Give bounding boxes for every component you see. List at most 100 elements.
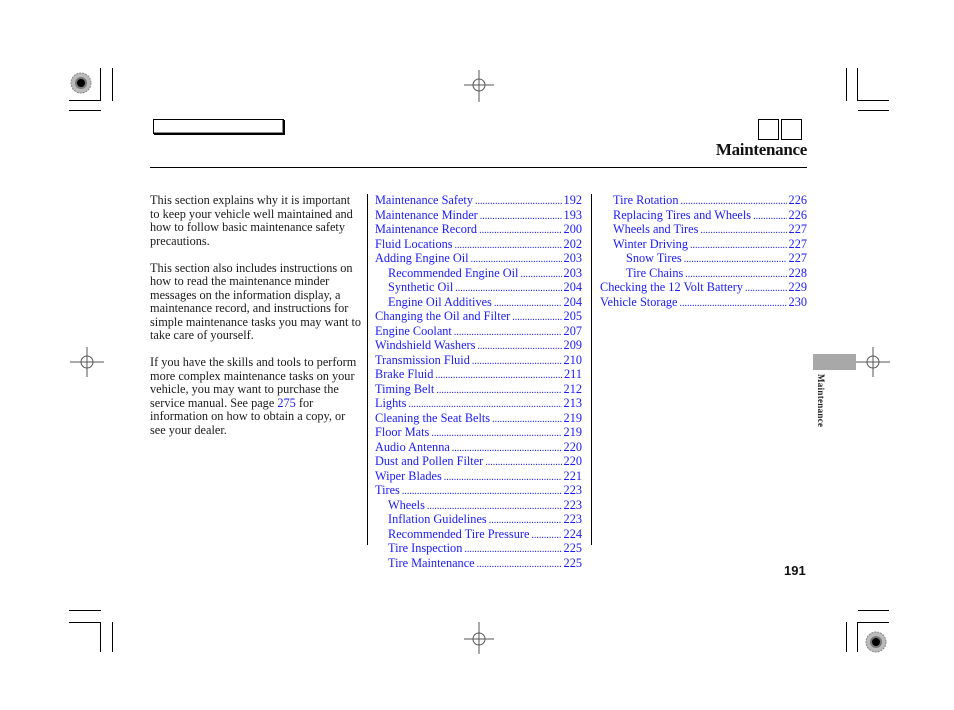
toc-leader-dots: [753, 209, 786, 224]
toc-entry-label: Wiper Blades: [375, 468, 442, 483]
index-icon[interactable]: [758, 119, 779, 140]
toc-entry[interactable]: Maintenance Record 200: [375, 222, 582, 238]
toc-leader-dots: [512, 310, 561, 325]
toc-entry[interactable]: Tire Maintenance 225: [375, 555, 582, 572]
toc-entry-label: Tires: [375, 483, 400, 497]
toc-entry[interactable]: Maintenance Safety 192: [375, 193, 582, 209]
toc-entry-label: Transmission Fluid: [375, 352, 470, 367]
toc-entry[interactable]: Changing the Oil and Filter 205: [375, 309, 582, 325]
toc-entry-label: Wheels and Tires: [613, 222, 699, 236]
intro-text: This section explains why it is importan…: [150, 193, 362, 451]
crosshair-left-icon: [70, 347, 104, 377]
page-link-275[interactable]: 275: [277, 396, 295, 410]
toc-entry-page: 228: [788, 265, 807, 280]
toc-entry[interactable]: Vehicle Storage 230: [600, 294, 807, 311]
toc-entry[interactable]: Snow Tires 227: [600, 251, 807, 267]
toc-entry-page: 227: [788, 236, 807, 251]
column-divider: [591, 194, 592, 545]
toc-entry-label: Replacing Tires and Wheels: [613, 207, 752, 222]
toc-entry-label: Wheels: [388, 497, 425, 512]
toc-entry-page: 210: [563, 352, 582, 367]
toc-entry[interactable]: Brake Fluid 211: [375, 367, 582, 383]
toc-entry-page: 226: [788, 207, 807, 222]
toc-entry[interactable]: Tire Rotation 226: [600, 193, 807, 209]
toc-entry-label: Vehicle Storage: [600, 294, 678, 309]
toc-leader-dots: [684, 252, 787, 267]
toc-leader-dots: [477, 339, 561, 354]
toc-leader-dots: [680, 296, 787, 311]
toc-entry[interactable]: Windshield Washers 209: [375, 338, 582, 354]
toc-entry[interactable]: Synthetic Oil 204: [375, 280, 582, 296]
toc-leader-dots: [427, 499, 562, 514]
toc-entry[interactable]: Tires 223: [375, 483, 582, 499]
toc-leader-dots: [402, 484, 562, 499]
toc-entry-page: 209: [563, 338, 582, 352]
toc-leader-dots: [479, 223, 561, 238]
toc-entry[interactable]: Engine Coolant 207: [375, 323, 582, 340]
toc-entry[interactable]: Fluid Locations 202: [375, 236, 582, 253]
toc-entry[interactable]: Inflation Guidelines 223: [375, 512, 582, 528]
toc-entry[interactable]: Tire Inspection 225: [375, 541, 582, 557]
toc-entry-page: 220: [563, 439, 582, 454]
toc-column-1: Maintenance Safety 192 Maintenance Minder 1…: [375, 193, 582, 572]
toc-entry[interactable]: Timing Belt 212: [375, 381, 582, 398]
toc-entry[interactable]: Wheels 223: [375, 497, 582, 514]
toc-entry[interactable]: Wiper Blades 221: [375, 468, 582, 485]
side-tab-marker: [813, 354, 856, 370]
toc-entry-page: 207: [563, 323, 582, 338]
toc-entry[interactable]: Dust and Pollen Filter 220: [375, 454, 582, 470]
toc-leader-dots: [455, 281, 561, 296]
toc-entry[interactable]: Floor Mats 219: [375, 425, 582, 441]
toc-entry-label: Checking the 12 Volt Battery: [600, 280, 743, 294]
toc-entry-page: 219: [563, 425, 582, 439]
toc-entry-label: Windshield Washers: [375, 338, 476, 352]
toc-leader-dots: [700, 223, 786, 238]
toc-entry[interactable]: Cleaning the Seat Belts 219: [375, 410, 582, 427]
toc-entry-page: 221: [563, 468, 582, 483]
toc-entry[interactable]: Recommended Engine Oil 203: [375, 265, 582, 282]
toc-entry[interactable]: Wheels and Tires 227: [600, 222, 807, 238]
intro-paragraph: This section explains why it is importan…: [150, 193, 353, 248]
toc-entry[interactable]: Engine Oil Additives 204: [375, 295, 582, 311]
toc-leader-dots: [454, 325, 562, 340]
toc-entry-page: 212: [563, 381, 582, 396]
intro-text-span: If you have the skills and tools to perf…: [150, 355, 357, 410]
toc-entry[interactable]: Tire Chains 228: [600, 265, 807, 282]
toc-entry[interactable]: Winter Driving 227: [600, 236, 807, 253]
toc-entry-label: Fluid Locations: [375, 236, 453, 251]
toc-entry-page: 226: [788, 193, 807, 207]
toc-entry[interactable]: Lights 213: [375, 396, 582, 412]
header-rule: [150, 167, 807, 168]
toc-entry-label: Recommended Tire Pressure: [388, 526, 530, 541]
toc-entry-page: 219: [563, 410, 582, 425]
toc-column-2: Tire Rotation226Replacing Tires and Whee…: [600, 193, 807, 311]
toc-entry-page: 230: [788, 294, 807, 309]
intro-paragraph: This section also includes instructions …: [150, 260, 362, 342]
contents-icon[interactable]: [781, 119, 802, 140]
toc-entry-label: Snow Tires: [626, 251, 682, 265]
toc-entry[interactable]: Audio Antenna 220: [375, 439, 582, 456]
toc-entry[interactable]: Checking the 12 Volt Battery 229: [600, 280, 807, 296]
toc-entry-label: Tire Maintenance: [388, 555, 475, 570]
toc-leader-dots: [494, 296, 562, 311]
page-number: 191: [784, 563, 806, 578]
toc-entry[interactable]: Transmission Fluid 210: [375, 352, 582, 369]
toc-entry-page: 203: [563, 265, 582, 280]
registration-target-icon: [70, 72, 92, 94]
toc-entry[interactable]: Maintenance Minder 193: [375, 208, 582, 224]
toc-entry[interactable]: Recommended Tire Pressure 224: [375, 526, 582, 543]
intro-paragraph: If you have the skills and tools to perf…: [150, 355, 362, 437]
toc-entry-label: Lights: [375, 396, 407, 410]
toc-entry[interactable]: Replacing Tires and Wheels 226: [600, 207, 807, 224]
toc-entry-label: Tire Chains: [626, 265, 684, 280]
toc-entry-label: Cleaning the Seat Belts: [375, 410, 491, 425]
toc-entry-label: Recommended Engine Oil: [388, 265, 519, 280]
toc-leader-dots: [464, 542, 561, 557]
toc-entry-label: Floor Mats: [375, 425, 430, 439]
toc-leader-dots: [475, 194, 562, 209]
toc-entry-label: Winter Driving: [613, 236, 688, 251]
toc-leader-dots: [485, 455, 561, 470]
toc-entry-page: 202: [563, 236, 582, 251]
toc-entry-label: Maintenance Safety: [375, 193, 473, 207]
toc-entry[interactable]: Adding Engine Oil 203: [375, 251, 582, 267]
